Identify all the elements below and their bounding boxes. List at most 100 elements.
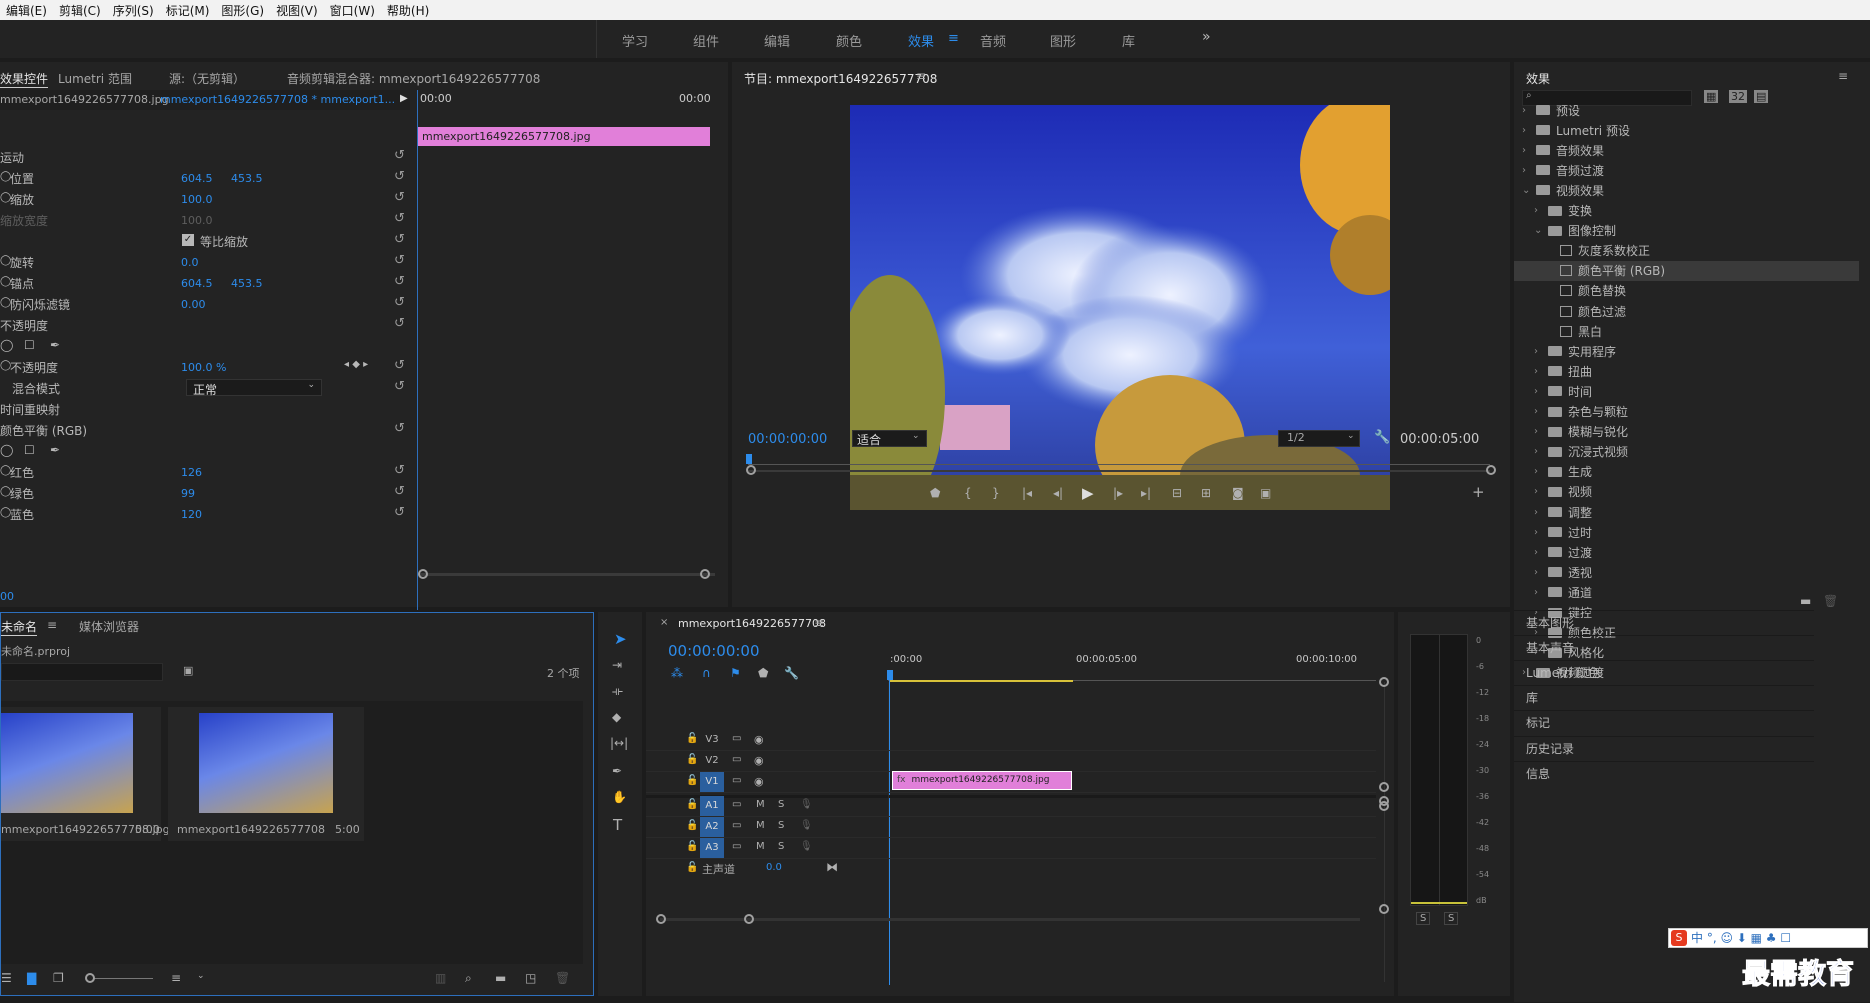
ime-toolbar[interactable]: S 中 °, ☺ ⬇ ▦ ♣ ☐ xyxy=(1668,928,1868,948)
sync-lock-icon[interactable]: ▭ xyxy=(732,799,741,810)
value-field[interactable]: 120 xyxy=(181,508,202,521)
value-field[interactable]: 0.00 xyxy=(181,298,206,311)
solo-right-button[interactable]: S xyxy=(1444,912,1459,925)
effects-tree-item[interactable]: › 生成 xyxy=(1514,462,1859,482)
delete-icon[interactable]: 🗑 xyxy=(1823,594,1838,608)
go-to-in-icon[interactable]: |◂ xyxy=(1022,486,1032,500)
reset-icon[interactable]: ↺ xyxy=(394,274,405,289)
chevron-right-icon[interactable]: › xyxy=(1534,486,1548,497)
export-frame-icon[interactable]: ◙ xyxy=(1232,486,1244,500)
workspace-1[interactable]: 组件 xyxy=(693,31,719,50)
reset-icon[interactable]: ↺ xyxy=(394,379,405,394)
tab-audio-clip-mixer[interactable]: 音频剪辑混合器: mmexport1649226577708 xyxy=(287,70,540,87)
reset-icon[interactable]: ↺ xyxy=(394,169,405,184)
reset-icon[interactable]: ↺ xyxy=(394,253,405,268)
effects-tree-item[interactable]: › 音频效果 xyxy=(1514,140,1859,160)
play-only-icon[interactable]: ▶ xyxy=(400,93,408,104)
effects-title[interactable]: 效果 xyxy=(1526,70,1550,87)
track-label[interactable]: V3 xyxy=(700,730,724,750)
effects-tree-item[interactable]: › 扭曲 xyxy=(1514,361,1859,381)
mic-icon[interactable]: 🎙 xyxy=(800,841,813,852)
workspace-5[interactable]: 音频 xyxy=(980,31,1006,50)
chevron-right-icon[interactable]: › xyxy=(1534,446,1548,457)
reset-icon[interactable]: ↺ xyxy=(394,505,405,520)
keyframe-nav-icon[interactable]: ◂ ◆ ▸ xyxy=(344,359,368,370)
go-to-out-icon[interactable]: ▸| xyxy=(1141,486,1151,500)
chevron-down-icon[interactable]: ⌄ xyxy=(1534,225,1548,236)
value-field[interactable]: 604.5 xyxy=(181,172,213,185)
effects-tree-item[interactable]: ⌄ 图像控制 xyxy=(1514,221,1859,241)
track-label[interactable]: A1 xyxy=(700,796,724,816)
mute-icon[interactable]: M xyxy=(756,820,765,831)
mini-clip[interactable]: mmexport1649226577708.jpg xyxy=(418,127,710,146)
lock-icon[interactable]: 🔓 xyxy=(686,820,698,831)
lock-icon[interactable]: 🔓 xyxy=(686,733,698,744)
add-button-icon[interactable]: + xyxy=(1472,483,1485,501)
value-field[interactable]: 0.0 xyxy=(181,256,199,269)
chevron-right-icon[interactable]: › xyxy=(1534,426,1548,437)
effects-tree-item[interactable]: 颜色平衡 (RGB) xyxy=(1514,260,1859,281)
tab-project[interactable]: 未命名 xyxy=(1,618,38,636)
sort-icon[interactable]: ≡ xyxy=(171,971,181,985)
zoom-slider[interactable] xyxy=(85,973,95,983)
side-panel-tab[interactable]: 基本图形 xyxy=(1514,610,1814,635)
lock-icon[interactable]: 🔓 xyxy=(686,775,698,786)
effects-tree-item[interactable]: › 模糊与锐化 xyxy=(1514,422,1859,442)
workspace-0[interactable]: 学习 xyxy=(622,31,648,50)
effects-tree-item[interactable]: › 杂色与颗粒 xyxy=(1514,402,1859,422)
workspace-7[interactable]: 库 xyxy=(1122,31,1135,50)
chevron-right-icon[interactable]: › xyxy=(1534,366,1548,377)
sequence-clip-select[interactable]: mmexport1649226577708 * mmexport1... xyxy=(160,93,395,106)
h-scroll-right[interactable] xyxy=(744,914,754,924)
blend-mode-select[interactable]: 正常 ⌄ xyxy=(186,379,322,397)
effects-tree-item[interactable]: › 视频 xyxy=(1514,482,1859,502)
tab-source[interactable]: 源:（无剪辑） xyxy=(169,70,245,87)
reset-icon[interactable]: ↺ xyxy=(394,463,405,478)
razor-tool-icon[interactable]: ◆ xyxy=(612,710,621,724)
reset-icon[interactable]: ↺ xyxy=(394,148,405,163)
reset-icon[interactable]: ↺ xyxy=(394,316,405,331)
tab-effect-controls[interactable]: 效果控件 xyxy=(0,70,49,88)
value-field[interactable]: 604.5 xyxy=(181,277,213,290)
master-meter-icon[interactable]: ⧓ xyxy=(826,860,838,874)
list-view-icon[interactable]: ☰ xyxy=(1,971,12,985)
rect-mask-icon[interactable]: ☐ xyxy=(24,443,35,457)
tab-project-menu-icon[interactable]: ≡ xyxy=(47,618,57,632)
effects-menu-icon[interactable]: ≡ xyxy=(1838,69,1848,83)
tab-media-browser[interactable]: 媒体浏览器 xyxy=(79,618,139,635)
add-marker-icon[interactable]: ⬟ xyxy=(930,486,940,500)
comparison-view-icon[interactable]: ▣ xyxy=(1260,486,1271,500)
effects-tree-item[interactable]: › Lumetri 预设 xyxy=(1514,120,1859,140)
side-panel-tab[interactable]: 信息 xyxy=(1514,760,1814,786)
reset-icon[interactable]: ↺ xyxy=(394,358,405,373)
fit-select[interactable]: 适合 xyxy=(857,431,881,448)
scrub-right-handle[interactable] xyxy=(1486,465,1496,475)
side-panel-tab[interactable]: 历史记录 xyxy=(1514,735,1814,761)
chevron-right-icon[interactable]: › xyxy=(1534,547,1548,558)
lift-icon[interactable]: ⊟ xyxy=(1172,486,1182,500)
effects-tree-item[interactable]: › 过时 xyxy=(1514,522,1859,542)
new-bin-icon[interactable]: ▬ xyxy=(1800,594,1811,608)
more-workspaces-icon[interactable]: » xyxy=(1202,29,1211,45)
new-bin-icon[interactable]: ▬ xyxy=(495,971,506,985)
lock-icon[interactable]: 🔓 xyxy=(686,754,698,765)
slip-tool-icon[interactable]: |↔| xyxy=(610,736,628,750)
value-field[interactable]: 453.5 xyxy=(231,172,263,185)
icon-view-icon[interactable]: ▇ xyxy=(27,971,36,985)
chevron-right-icon[interactable]: › xyxy=(1534,205,1548,216)
timeline-clip[interactable]: fx mmexport1649226577708.jpg xyxy=(892,771,1072,790)
workspace-menu-icon[interactable]: ≡ xyxy=(948,31,959,46)
find-icon[interactable]: ⌕ xyxy=(465,971,472,986)
master-volume[interactable]: 0.0 xyxy=(766,862,782,873)
effects-tree-item[interactable]: 颜色过滤 xyxy=(1514,301,1859,321)
ellipse-mask-icon[interactable]: ◯ xyxy=(0,338,13,352)
value-field[interactable]: 453.5 xyxy=(231,277,263,290)
scrub-left-handle[interactable] xyxy=(746,465,756,475)
lock-icon[interactable]: 🔓 xyxy=(686,862,698,873)
pen-mask-icon[interactable]: ✒ xyxy=(50,443,60,457)
new-search-bin-icon[interactable]: ▣ xyxy=(183,664,193,677)
lock-icon[interactable]: 🔓 xyxy=(686,841,698,852)
side-panel-tab[interactable]: Lumetri 颜色 xyxy=(1514,660,1814,685)
v-scroll-bottom[interactable] xyxy=(1379,904,1389,914)
track-label[interactable]: V2 xyxy=(700,751,724,771)
